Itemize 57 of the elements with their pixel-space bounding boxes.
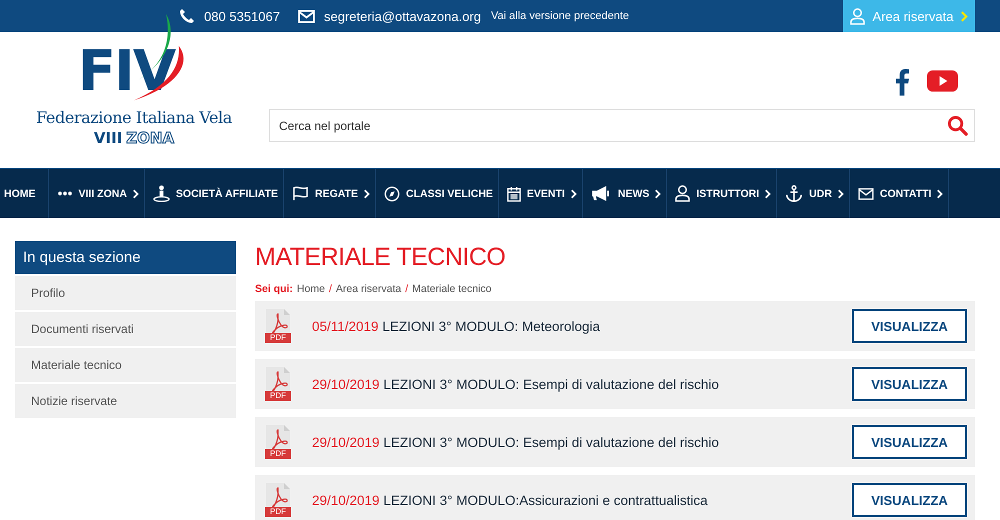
user-icon — [850, 8, 865, 24]
megaphone-icon — [590, 186, 612, 201]
pdf-file-icon: PDF — [265, 367, 291, 401]
old-version-link[interactable]: Vai alla versione precedente — [491, 10, 629, 22]
sidebar-title: In questa sezione — [15, 241, 236, 274]
nav-item[interactable]: REGATE — [284, 169, 376, 218]
search-field[interactable]: Cerca nel portale — [269, 109, 975, 142]
compass-icon — [384, 186, 400, 202]
facebook-icon[interactable] — [895, 66, 910, 96]
mail-icon — [298, 10, 315, 22]
nav-item[interactable]: CONTATTI — [850, 169, 950, 218]
view-button[interactable]: VISUALIZZA — [852, 309, 967, 343]
document-title: 29/10/2019 LEZIONI 3° MODULO: Esempi di valutazione del rischio — [312, 434, 720, 450]
sidebar-item[interactable]: Notizie riservate — [15, 384, 236, 418]
zone-word: ZONA — [126, 129, 174, 147]
email-link[interactable]: segreteria@ottavazona.org — [324, 8, 481, 24]
search-icon[interactable] — [947, 115, 968, 136]
breadcrumb-separator: / — [405, 283, 408, 295]
view-button[interactable]: VISUALIZZA — [852, 367, 967, 401]
breadcrumb-separator: / — [328, 283, 332, 295]
view-button[interactable]: VISUALIZZA — [852, 425, 967, 459]
nav-item[interactable]: SOCIETÀ AFFILIATE — [144, 169, 284, 218]
person-icon — [152, 185, 170, 202]
breadcrumb-link[interactable]: Materiale tecnico — [412, 283, 492, 295]
document-title: 29/10/2019 LEZIONI 3° MODULO: Esempi di valutazione del rischio — [312, 376, 720, 392]
chevron-icon — [961, 10, 968, 22]
sidebar-item[interactable]: Materiale tecnico — [15, 348, 236, 382]
breadcrumb-link[interactable]: Home — [296, 283, 325, 295]
nav-item[interactable]: NEWS — [582, 169, 668, 218]
nav-item[interactable]: ISTRUTTORI — [667, 169, 778, 218]
sidebar-item[interactable]: Profilo — [15, 276, 236, 310]
nav-item[interactable]: HOME — [0, 169, 48, 218]
pdf-file-icon: PDF — [265, 483, 291, 517]
sidebar-item[interactable]: Documenti riservati — [15, 312, 236, 346]
federation-name: Federazione Italiana Vela — [36, 108, 232, 127]
flag-icon — [292, 186, 309, 201]
breadcrumb-link[interactable]: Area riservata — [336, 283, 402, 295]
zone-number: VIII — [94, 129, 122, 147]
phone-number: 080 5351067 — [204, 8, 280, 24]
document-title: 05/11/2019 LEZIONI 3° MODULO: Meteorologia — [312, 318, 602, 334]
calendar-icon — [506, 186, 521, 202]
page-title: MATERIALE TECNICO — [255, 243, 506, 272]
pdf-file-icon: PDF — [265, 309, 291, 343]
nav-item[interactable]: CLASSI VELICHE — [376, 169, 499, 218]
view-button[interactable]: VISUALIZZA — [852, 483, 967, 517]
mail-icon — [858, 188, 874, 200]
dots-icon — [56, 191, 72, 196]
youtube-icon[interactable] — [927, 70, 958, 92]
user-icon — [675, 185, 690, 202]
document-title: 29/10/2019 LEZIONI 3° MODULO:Assicurazioni e contrattualistica — [312, 492, 709, 508]
breadcrumb-label: Sei qui: — [255, 283, 293, 295]
pdf-file-icon: PDF — [265, 425, 291, 459]
nav-item[interactable]: UDR — [777, 169, 850, 218]
nav-item[interactable]: EVENTI — [498, 169, 583, 218]
nav-item[interactable]: VIII ZONA — [48, 169, 145, 218]
anchor-icon — [785, 184, 804, 202]
phone-icon — [179, 8, 196, 24]
